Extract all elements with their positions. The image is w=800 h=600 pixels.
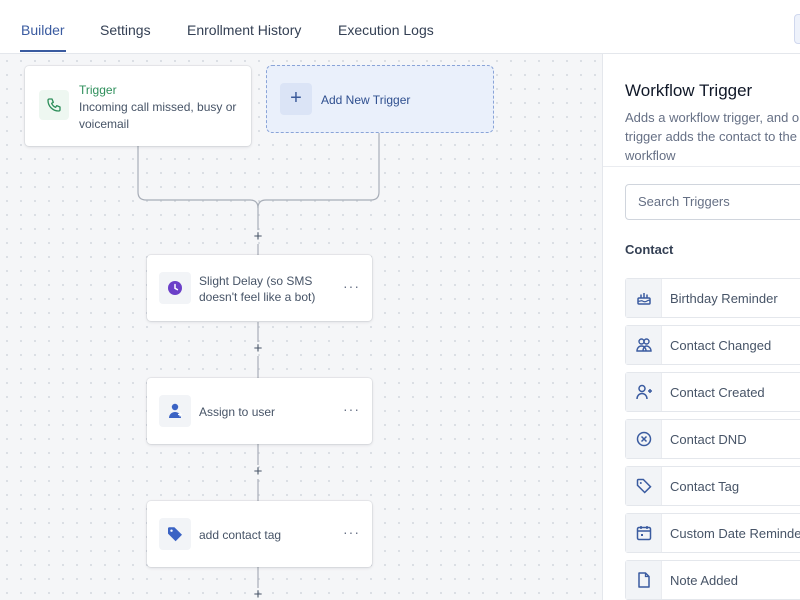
add-step-button[interactable]: +: [250, 229, 266, 244]
search-input[interactable]: [638, 194, 798, 209]
panel-title: Workflow Trigger: [625, 81, 753, 100]
workflow-trigger-panel: Workflow Trigger Adds a workflow trigger…: [602, 54, 800, 600]
trigger-option-label: Note Added: [670, 573, 738, 588]
trigger-option-label: Contact DND: [670, 432, 747, 447]
more-options-icon[interactable]: ···: [343, 279, 360, 293]
trigger-title: Trigger: [79, 83, 117, 97]
assign-user-icon: [159, 395, 191, 427]
tab-builder[interactable]: Builder: [21, 22, 65, 38]
tab-enrollment-history[interactable]: Enrollment History: [187, 22, 301, 38]
search-triggers-field[interactable]: [625, 184, 800, 220]
action-card-delay[interactable]: Slight Delay (so SMS doesn't feel like a…: [147, 255, 372, 321]
calendar-icon: [626, 514, 662, 552]
trigger-option-contact-dnd[interactable]: Contact DND: [625, 419, 800, 459]
action-label: add contact tag: [199, 528, 282, 542]
add-step-button[interactable]: +: [250, 341, 266, 356]
workflow-canvas[interactable]: Trigger Incoming call missed, busy or vo…: [0, 54, 602, 600]
panel-description: Adds a workflow trigger, and on trigger …: [625, 110, 800, 163]
action-label: Slight Delay (so SMS doesn't feel like a…: [199, 274, 316, 304]
section-heading-contact: Contact: [625, 242, 674, 257]
trigger-option-contact-created[interactable]: Contact Created: [625, 372, 800, 412]
dnd-icon: [626, 420, 662, 458]
user-plus-icon: [626, 373, 662, 411]
trigger-option-contact-tag[interactable]: Contact Tag: [625, 466, 800, 506]
add-step-button[interactable]: +: [250, 464, 266, 479]
trigger-card[interactable]: Trigger Incoming call missed, busy or vo…: [25, 66, 251, 146]
trigger-option-label: Contact Tag: [670, 479, 740, 494]
trigger-option-label: Birthday Reminder: [670, 291, 778, 306]
trigger-option-label: Contact Changed: [670, 338, 772, 353]
phone-icon: [39, 90, 69, 120]
note-icon: [626, 561, 662, 599]
add-new-trigger-label: Add New Trigger: [321, 93, 411, 107]
tab-settings[interactable]: Settings: [100, 22, 151, 38]
trigger-option-custom-date-reminder[interactable]: Custom Date Reminder: [625, 513, 800, 553]
action-card-add-tag[interactable]: add contact tag ···: [147, 501, 372, 567]
top-right-button[interactable]: [794, 14, 800, 44]
trigger-description: Incoming call missed, busy or voicemail: [79, 100, 237, 131]
trigger-option-contact-changed[interactable]: Contact Changed: [625, 325, 800, 365]
top-tab-bar: Builder Settings Enrollment History Exec…: [0, 0, 800, 54]
trigger-option-birthday-reminder[interactable]: Birthday Reminder: [625, 278, 800, 318]
add-step-button[interactable]: +: [250, 587, 266, 600]
trigger-option-label: Custom Date Reminder: [670, 526, 800, 541]
trigger-option-label: Contact Created: [670, 385, 765, 400]
action-label: Assign to user: [199, 405, 276, 419]
action-card-assign-user[interactable]: Assign to user ···: [147, 378, 372, 444]
clock-icon: [159, 272, 191, 304]
tag-icon: [159, 518, 191, 550]
contacts-icon: [626, 326, 662, 364]
active-tab-indicator: [20, 50, 66, 52]
tab-execution-logs[interactable]: Execution Logs: [338, 22, 434, 38]
more-options-icon[interactable]: ···: [343, 402, 360, 416]
tag-outline-icon: [626, 467, 662, 505]
more-options-icon[interactable]: ···: [343, 525, 360, 539]
trigger-option-note-added[interactable]: Note Added: [625, 560, 800, 600]
plus-icon: +: [280, 83, 312, 115]
cake-icon: [626, 279, 662, 317]
add-new-trigger-button[interactable]: + Add New Trigger: [266, 65, 494, 133]
divider: [603, 166, 800, 167]
